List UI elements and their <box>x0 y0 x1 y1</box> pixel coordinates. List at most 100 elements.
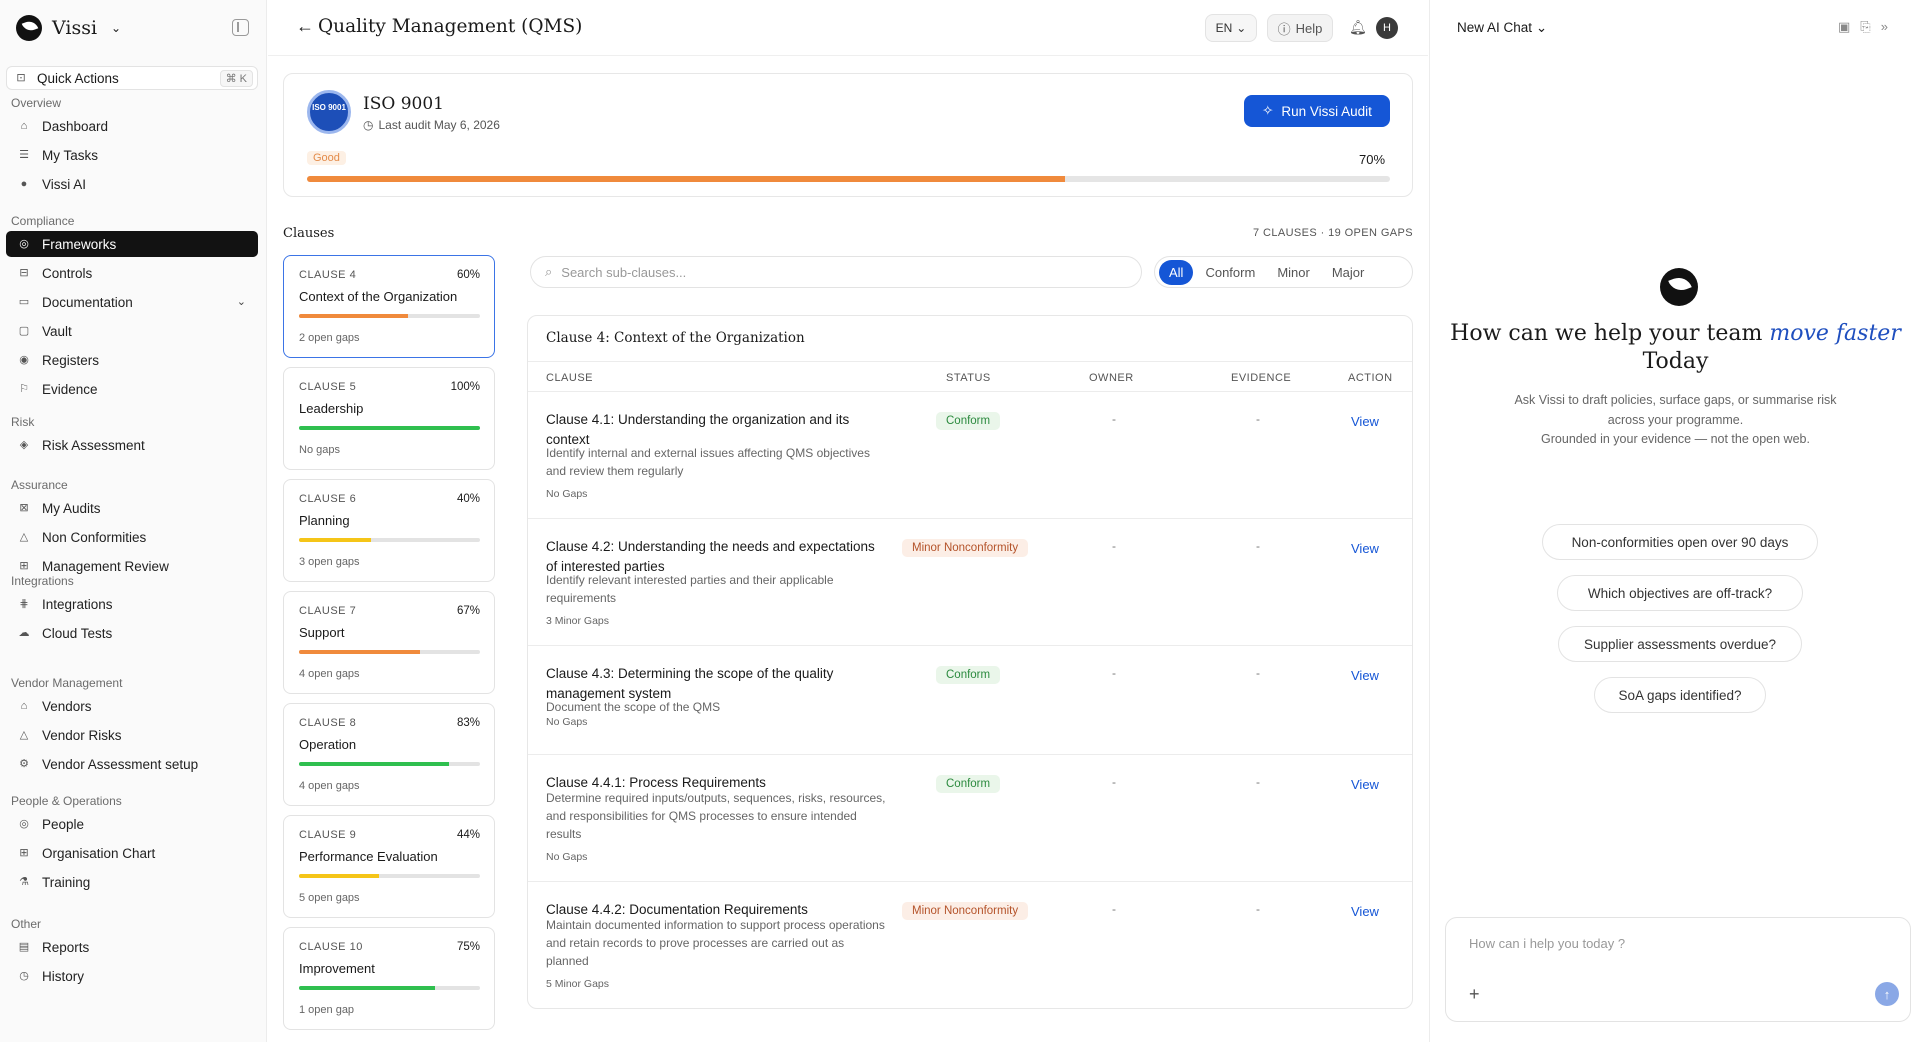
clause-number: CLAUSE 10 <box>299 941 363 953</box>
sidebar-item-risk-assessment[interactable]: ◈ Risk Assessment <box>6 432 258 458</box>
clause-gaps: 4 open gaps <box>299 668 360 680</box>
sub-clause-table: Clause 4: Context of the Organization CL… <box>527 315 1413 1009</box>
sidebar-item-label: My Audits <box>42 500 101 516</box>
plus-icon[interactable]: + <box>1469 984 1480 1005</box>
view-link[interactable]: View <box>1351 414 1379 429</box>
sidebar-item-vault[interactable]: ▢ Vault <box>6 318 258 344</box>
clause-progress-bar <box>299 986 480 990</box>
view-link[interactable]: View <box>1351 777 1379 792</box>
vendor-risks-icon: △ <box>19 729 29 741</box>
reports-icon: ▤ <box>18 941 30 953</box>
clauses-summary: 7 CLAUSES · 19 OPEN GAPS <box>1253 227 1413 239</box>
clause-progress-bar <box>299 538 480 542</box>
bell-icon[interactable]: 🔔︎ <box>1349 19 1367 36</box>
view-link[interactable]: View <box>1351 668 1379 683</box>
send-icon[interactable]: ↑ <box>1875 982 1899 1006</box>
collapse-sidebar-icon[interactable] <box>232 19 249 36</box>
table-row: Clause 4.4.1: Process Requirements Determ… <box>528 755 1412 882</box>
view-link[interactable]: View <box>1351 904 1379 919</box>
people-icon: ◎ <box>19 818 29 830</box>
sidebar-item-people[interactable]: ◎ People <box>6 811 258 837</box>
chevron-down-icon: ⌄ <box>236 296 246 308</box>
sidebar-item-cloud-tests[interactable]: ☁ Cloud Tests <box>6 620 258 646</box>
help-button[interactable]: ⓘ Help <box>1267 14 1333 42</box>
table-row: Clause 4.4.2: Documentation Requirements… <box>528 882 1412 1008</box>
sidebar-item-registers[interactable]: ◉ Registers <box>6 347 258 373</box>
sidebar: Vissi ⌄ ⊡ Quick Actions ⌘ K Overview ⌂ Das… <box>0 0 267 1042</box>
status-filter: All Conform Minor Major <box>1154 256 1413 288</box>
new-chat-icon[interactable]: ⎘ <box>1860 19 1870 35</box>
filter-conform[interactable]: Conform <box>1195 260 1265 285</box>
documentation-icon: ▭ <box>18 296 30 308</box>
sidebar-item-training[interactable]: ⚗ Training <box>6 869 258 895</box>
chat-title-select[interactable]: New AI Chat ⌄ <box>1457 20 1547 36</box>
clause-progress-fill <box>299 538 372 542</box>
sidebar-item-vendor-risks[interactable]: △ Vendor Risks <box>6 722 258 748</box>
clause-progress-fill <box>299 874 379 878</box>
clause-progress-fill <box>299 314 408 318</box>
sidebar-item-vendors[interactable]: ⌂ Vendors <box>6 693 258 719</box>
run-audit-label: Run Vissi Audit <box>1281 103 1372 119</box>
clause-card[interactable]: CLAUSE 5 100% Leadership No gaps <box>283 367 495 470</box>
search-icon: ⌕ <box>545 264 553 279</box>
sidebar-item-label: Evidence <box>42 381 98 397</box>
run-audit-button[interactable]: ✧ Run Vissi Audit <box>1244 95 1390 127</box>
nav-section-title: Integrations <box>11 574 74 588</box>
avatar[interactable]: H <box>1376 17 1398 39</box>
owner-value: - <box>1112 412 1116 426</box>
sidebar-item-history[interactable]: ◷ History <box>6 963 258 989</box>
clause-card[interactable]: CLAUSE 8 83% Operation 4 open gaps <box>283 703 495 806</box>
sidebar-item-dashboard[interactable]: ⌂ Dashboard <box>6 113 258 139</box>
clause-card[interactable]: CLAUSE 6 40% Planning 3 open gaps <box>283 479 495 582</box>
sidebar-item-documentation[interactable]: ▭ Documentation ⌄ <box>6 289 258 315</box>
sidebar-item-label: Vendor Risks <box>42 727 122 743</box>
filter-major[interactable]: Major <box>1322 260 1375 285</box>
sidebar-item-label: Vendors <box>42 698 92 714</box>
suggestion-chip[interactable]: Non-conformities open over 90 days <box>1542 524 1818 560</box>
suggestion-chip[interactable]: SoA gaps identified? <box>1594 677 1766 713</box>
clause-card[interactable]: CLAUSE 10 75% Improvement 1 open gap <box>283 927 495 1030</box>
language-select[interactable]: EN ⌄ <box>1205 14 1257 42</box>
quick-actions-shortcut: ⌘ K <box>219 70 253 87</box>
clause-progress-fill <box>299 762 450 766</box>
filter-minor[interactable]: Minor <box>1267 260 1320 285</box>
sidebar-item-reports[interactable]: ▤ Reports <box>6 934 258 960</box>
search-input[interactable]: ⌕ Search sub-clauses... <box>530 256 1142 288</box>
back-arrow-icon[interactable]: ← <box>296 16 314 37</box>
filter-all[interactable]: All <box>1159 259 1194 285</box>
sidebar-item-integrations[interactable]: ⋕ Integrations <box>6 591 258 617</box>
clause-card[interactable]: CLAUSE 9 44% Performance Evaluation 5 open … <box>283 815 495 918</box>
controls-icon: ⊟ <box>19 267 29 279</box>
sidebar-item-vendor-assessment-setup[interactable]: ⚙ Vendor Assessment setup <box>6 751 258 777</box>
layout-icon[interactable]: ▣ <box>1838 19 1850 35</box>
sidebar-item-label: Integrations <box>42 596 113 612</box>
view-link[interactable]: View <box>1351 541 1379 556</box>
suggestion-chip[interactable]: Supplier assessments overdue? <box>1558 626 1802 662</box>
clause-number: CLAUSE 5 <box>299 381 357 393</box>
clause-card[interactable]: CLAUSE 4 60% Context of the Organization 2 … <box>283 255 495 358</box>
sidebar-item-evidence[interactable]: ⚐ Evidence <box>6 376 258 402</box>
clauses-heading: Clauses <box>283 226 335 241</box>
sidebar-item-my-tasks[interactable]: ☰ My Tasks <box>6 142 258 168</box>
chat-input[interactable]: How can i help you today ? + ↑ <box>1445 917 1911 1022</box>
ai-chat-panel: New AI Chat ⌄ ▣ ⎘ » How can we help your… <box>1429 0 1920 1042</box>
sidebar-item-non-conformities[interactable]: △ Non Conformities <box>6 524 258 550</box>
quick-actions-button[interactable]: ⊡ Quick Actions ⌘ K <box>6 66 258 90</box>
org-chart-icon: ⊞ <box>19 847 29 859</box>
close-panel-icon[interactable]: » <box>1881 19 1888 35</box>
clause-card[interactable]: CLAUSE 7 67% Support 4 open gaps <box>283 591 495 694</box>
sidebar-item-controls[interactable]: ⊟ Controls <box>6 260 258 286</box>
brand-switcher[interactable]: Vissi ⌄ <box>16 14 121 42</box>
chat-toolbar: ▣ ⎘ » <box>1838 19 1888 35</box>
framework-progress-fill <box>307 176 1066 182</box>
sidebar-item-my-audits[interactable]: ⊠ My Audits <box>6 495 258 521</box>
sidebar-item-frameworks[interactable]: ◎ Frameworks <box>6 231 258 257</box>
owner-value: - <box>1112 775 1116 789</box>
sidebar-item-vissi-ai[interactable]: ● Vissi AI <box>6 171 258 197</box>
sidebar-item-organisation-chart[interactable]: ⊞ Organisation Chart <box>6 840 258 866</box>
sidebar-item-label: People <box>42 816 85 832</box>
sidebar-item-label: Frameworks <box>42 236 117 252</box>
clause-name: Leadership <box>299 401 364 416</box>
suggestion-chip[interactable]: Which objectives are off-track? <box>1557 575 1803 611</box>
sidebar-item-label: History <box>42 968 85 984</box>
